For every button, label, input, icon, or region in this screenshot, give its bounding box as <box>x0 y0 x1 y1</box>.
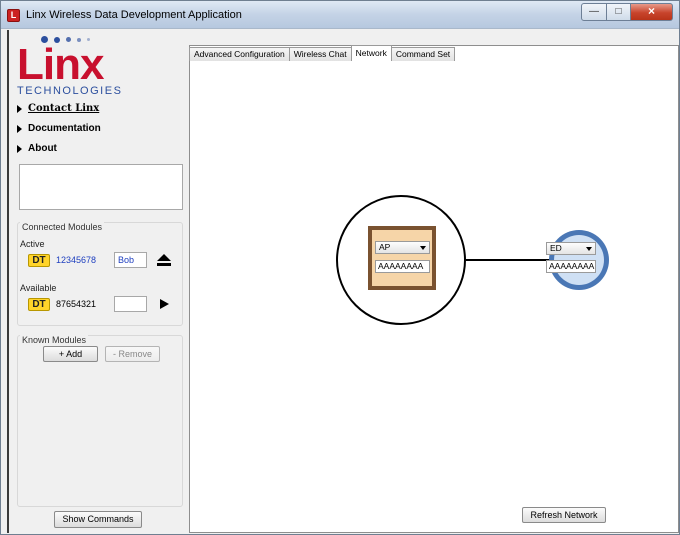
logo-word: Linx <box>17 40 104 89</box>
active-module-id: 12345678 <box>56 255 97 265</box>
play-connect-icon[interactable] <box>160 299 169 309</box>
close-button[interactable]: × <box>631 3 673 21</box>
group-title: Connected Modules <box>20 222 105 232</box>
tab-bar: Advanced Configuration Wireless Chat Net… <box>189 45 456 61</box>
chevron-down-icon <box>420 246 426 250</box>
tab-command-set[interactable]: Command Set <box>390 47 456 61</box>
expand-arrow-icon <box>17 144 22 153</box>
available-module-id: 87654321 <box>56 299 97 309</box>
connected-modules-group: Connected Modules Active DT 12345678 Bob… <box>17 222 183 326</box>
eject-icon[interactable] <box>157 254 171 266</box>
module-type-badge: DT <box>28 298 50 311</box>
ap-node-fill <box>372 230 432 286</box>
application-window: L Linx Wireless Data Development Applica… <box>0 0 680 535</box>
group-title: Known Modules <box>20 335 89 345</box>
ed-role-dropdown[interactable]: ED <box>546 242 596 255</box>
linx-logo: Linx TECHNOLOGIES <box>17 36 137 98</box>
add-module-button[interactable]: + Add <box>43 346 98 362</box>
chevron-down-icon <box>586 247 592 251</box>
tab-advanced-configuration[interactable]: Advanced Configuration <box>189 47 290 61</box>
refresh-network-button[interactable]: Refresh Network <box>522 507 606 523</box>
active-label: Active <box>20 239 45 249</box>
module-type-badge: DT <box>28 254 50 267</box>
nav-about[interactable]: About <box>17 143 57 154</box>
available-module-name-field[interactable] <box>114 296 147 312</box>
nav-label: About <box>28 143 57 154</box>
available-label: Available <box>20 283 57 293</box>
ap-role-dropdown[interactable]: AP <box>375 241 430 254</box>
ed-role-value: ED <box>550 243 562 253</box>
app-icon: L <box>7 9 20 22</box>
network-panel: AP AAAAAAAA ED AAAAAAAA Refresh Network <box>189 45 679 533</box>
nav-label: Documentation <box>28 123 101 134</box>
tab-network[interactable]: Network <box>350 45 392 61</box>
expand-arrow-icon <box>17 104 22 113</box>
logo-subtitle: TECHNOLOGIES <box>17 85 123 97</box>
active-module-name-field[interactable]: Bob <box>114 252 147 268</box>
window-controls: — □ × <box>581 3 673 21</box>
ed-address-field[interactable]: AAAAAAAA <box>546 260 596 273</box>
ap-address-field[interactable]: AAAAAAAA <box>375 260 430 273</box>
known-modules-group: Known Modules + Add - Remove <box>17 335 183 507</box>
left-panel: Linx TECHNOLOGIES Contact Linx Documenta… <box>7 30 187 533</box>
remove-module-button[interactable]: - Remove <box>105 346 160 362</box>
network-diagram <box>336 195 609 325</box>
nav-label: Contact Linx <box>28 103 100 114</box>
expand-arrow-icon <box>17 124 22 133</box>
title-bar[interactable]: L Linx Wireless Data Development Applica… <box>1 1 679 29</box>
nav-documentation[interactable]: Documentation <box>17 123 101 134</box>
show-commands-button[interactable]: Show Commands <box>54 511 142 528</box>
nav-contact-linx[interactable]: Contact Linx <box>17 103 99 114</box>
tab-wireless-chat[interactable]: Wireless Chat <box>288 47 352 61</box>
ap-role-value: AP <box>379 242 391 252</box>
info-text-area[interactable] <box>19 164 183 210</box>
window-title: Linx Wireless Data Development Applicati… <box>26 9 242 21</box>
minimize-button[interactable]: — <box>581 3 607 21</box>
maximize-button[interactable]: □ <box>607 3 631 21</box>
